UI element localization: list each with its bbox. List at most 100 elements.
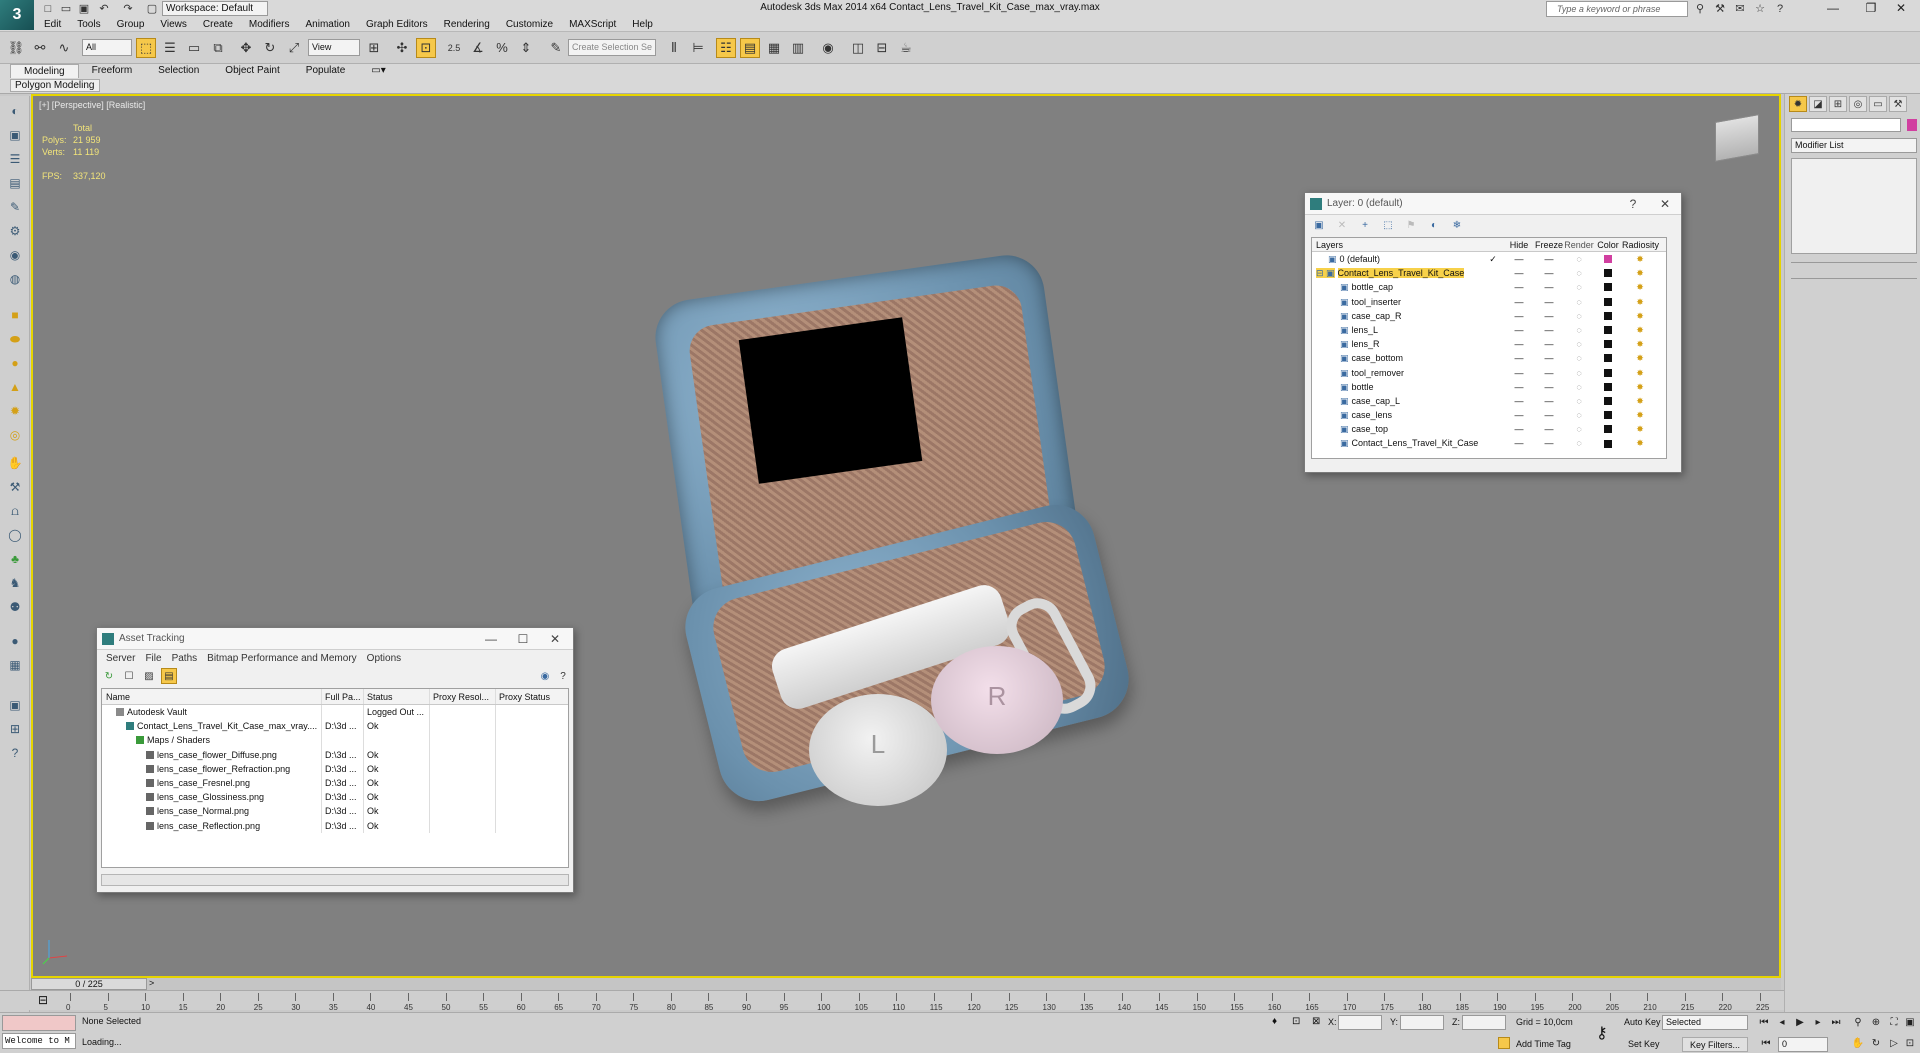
delete-layer-icon[interactable]: ✕ (1334, 218, 1350, 234)
layer-render-toggle[interactable]: ◌ (1564, 422, 1594, 436)
asset-dialog-titlebar[interactable]: Asset Tracking — ☐ ✕ (97, 628, 573, 650)
zoom-extents-icon[interactable]: ⛶ (1886, 1016, 1902, 1030)
layer-color[interactable] (1594, 366, 1622, 380)
layer-hide-toggle[interactable]: — (1504, 351, 1534, 365)
layer-color[interactable] (1594, 408, 1622, 422)
maximize-viewport-icon[interactable]: ▣ (1902, 1016, 1918, 1030)
sphere-display-icon[interactable]: ● (6, 632, 24, 650)
asset-row[interactable]: lens_case_Glossiness.png D:\3d ... Ok (102, 790, 568, 805)
current-frame-field[interactable]: 0 (1778, 1037, 1828, 1052)
col-layers[interactable]: Layers (1312, 238, 1482, 251)
layer-current-check[interactable] (1482, 337, 1504, 351)
select-manipulate-icon[interactable]: ✣ (392, 38, 412, 58)
list-icon[interactable]: ☰ (6, 150, 24, 168)
menu-views[interactable]: Views (152, 17, 195, 32)
container-icon[interactable]: ◐ (6, 102, 24, 120)
layer-hide-toggle[interactable]: — (1504, 380, 1534, 394)
wrench-icon[interactable]: ⚒ (6, 478, 24, 496)
ribbon-tab-freeform[interactable]: Freeform (79, 64, 146, 78)
col-proxy-status[interactable]: Proxy Status (496, 689, 568, 704)
layer-color[interactable] (1594, 436, 1622, 450)
layer-render-toggle[interactable]: ◌ (1564, 337, 1594, 351)
hand-icon[interactable]: ✋ (6, 454, 24, 472)
keyboard-shortcut-override-icon[interactable]: ⊡ (416, 38, 436, 58)
asset-dialog-maximize-button[interactable]: ☐ (509, 628, 537, 650)
layer-render-toggle[interactable]: ◌ (1564, 394, 1594, 408)
rotate-icon[interactable]: ↻ (260, 38, 280, 58)
hide-all-layers-icon[interactable]: ◐ (1426, 218, 1442, 234)
layer-radiosity-toggle[interactable]: ✸ (1622, 366, 1658, 380)
layer-row[interactable]: ▣ lens_R — — ◌ ✸ (1312, 337, 1666, 351)
layer-render-toggle[interactable]: ◌ (1564, 366, 1594, 380)
go-to-end-icon[interactable]: ⏭ (1828, 1016, 1844, 1030)
close-icon[interactable]: ✕ (1882, 0, 1920, 16)
menu-graph-editors[interactable]: Graph Editors (358, 17, 436, 32)
layer-render-toggle[interactable]: ◌ (1564, 351, 1594, 365)
tree-icon[interactable]: ♣ (6, 550, 24, 568)
ribbon-options-icon[interactable]: ▭▾ (358, 64, 398, 78)
question-icon[interactable]: ? (6, 744, 24, 762)
layer-current-check[interactable] (1482, 309, 1504, 323)
ribbon-tab-object-paint[interactable]: Object Paint (212, 64, 292, 78)
communication-icon[interactable]: ✉ (1732, 1, 1748, 17)
layer-radiosity-toggle[interactable]: ✸ (1622, 422, 1658, 436)
layer-radiosity-toggle[interactable]: ✸ (1622, 380, 1658, 394)
cone-primitive-icon[interactable]: ▲ (6, 378, 24, 396)
motion-tab-icon[interactable]: ◎ (1849, 96, 1867, 112)
refresh-icon[interactable]: ↻ (101, 668, 117, 684)
app-logo-icon[interactable]: 3 (0, 0, 34, 30)
snaps-toggle[interactable]: 2.5 (444, 38, 464, 58)
display-tab-icon[interactable]: ▭ (1869, 96, 1887, 112)
layer-color-swatch[interactable] (1604, 326, 1612, 335)
layer-dialog-help-button[interactable]: ? (1619, 193, 1647, 215)
set-current-layer-icon[interactable]: ⚑ (1403, 218, 1419, 234)
track-bar[interactable]: ⊟ 0 5 10 15 20 25 30 35 40 45 50 55 60 65 70 75 80 85 90 95… (0, 990, 1784, 1012)
set-key-button[interactable]: Set Key (1628, 1039, 1660, 1049)
layer-color[interactable] (1594, 295, 1622, 309)
layer-current-check[interactable] (1482, 366, 1504, 380)
layer-row[interactable]: ▣ case_lens — — ◌ ✸ (1312, 408, 1666, 422)
asset-dialog-close-button[interactable]: ✕ (541, 628, 569, 650)
time-config-icon[interactable]: ⊡ (1902, 1037, 1918, 1051)
layer-hide-toggle[interactable]: — (1504, 408, 1534, 422)
layer-hide-toggle[interactable]: — (1504, 295, 1534, 309)
ribbon-tab-modeling[interactable]: Modeling (10, 64, 79, 78)
case-cap-l-model[interactable]: L (809, 694, 947, 806)
reference-coordinate-dropdown[interactable]: View (308, 39, 360, 56)
layer-render-toggle[interactable]: ◌ (1564, 408, 1594, 422)
layer-row[interactable]: ▣ case_bottom — — ◌ ✸ (1312, 351, 1666, 365)
layer-freeze-toggle[interactable]: — (1534, 436, 1564, 450)
menu-edit[interactable]: Edit (36, 17, 69, 32)
col-proxy-resolution[interactable]: Proxy Resol... (430, 689, 496, 704)
list-view-icon[interactable]: ☐ (121, 668, 137, 684)
layer-row[interactable]: ▣ tool_remover — — ◌ ✸ (1312, 366, 1666, 380)
selection-lock-icon[interactable]: ⊡ (1292, 1016, 1300, 1027)
time-tag-icon[interactable] (1498, 1037, 1510, 1049)
layer-row[interactable]: ▣ Contact_Lens_Travel_Kit_Case — — ◌ ✸ (1312, 436, 1666, 450)
layer-radiosity-toggle[interactable]: ✸ (1622, 295, 1658, 309)
layer-color[interactable] (1594, 309, 1622, 323)
modify-tab-icon[interactable]: ◪ (1809, 96, 1827, 112)
menu-group[interactable]: Group (109, 17, 153, 32)
col-render[interactable]: Render (1564, 238, 1594, 251)
menu-customize[interactable]: Customize (498, 17, 561, 32)
next-frame-arrow[interactable]: > (149, 978, 154, 988)
window-crossing-icon[interactable]: ⧉ (208, 38, 228, 58)
layer-current-check[interactable] (1482, 436, 1504, 450)
key-filters-button[interactable]: Key Filters... (1682, 1037, 1748, 1052)
layer-radiosity-toggle[interactable]: ✸ (1622, 280, 1658, 294)
minimize-icon[interactable]: — (1814, 0, 1852, 16)
layer-color[interactable] (1594, 337, 1622, 351)
menu-modifiers[interactable]: Modifiers (241, 17, 298, 32)
render-teapot-icon[interactable]: ☕ (896, 38, 916, 58)
ribbon-tab-selection[interactable]: Selection (145, 64, 212, 78)
previous-frame-icon[interactable]: ◂ (1774, 1016, 1790, 1030)
menu-help[interactable]: Help (624, 17, 661, 32)
align-icon[interactable]: ⊨ (688, 38, 708, 58)
torus-primitive-icon[interactable]: ◎ (6, 426, 24, 444)
layer-render-toggle[interactable]: ◌ (1564, 266, 1594, 280)
utilities-tab-icon[interactable]: ⚒ (1889, 96, 1907, 112)
save-icon[interactable]: ▣ (76, 2, 92, 16)
spinner-snap-icon[interactable]: ⇕ (516, 38, 536, 58)
create-tab-icon[interactable]: ✹ (1789, 96, 1807, 112)
